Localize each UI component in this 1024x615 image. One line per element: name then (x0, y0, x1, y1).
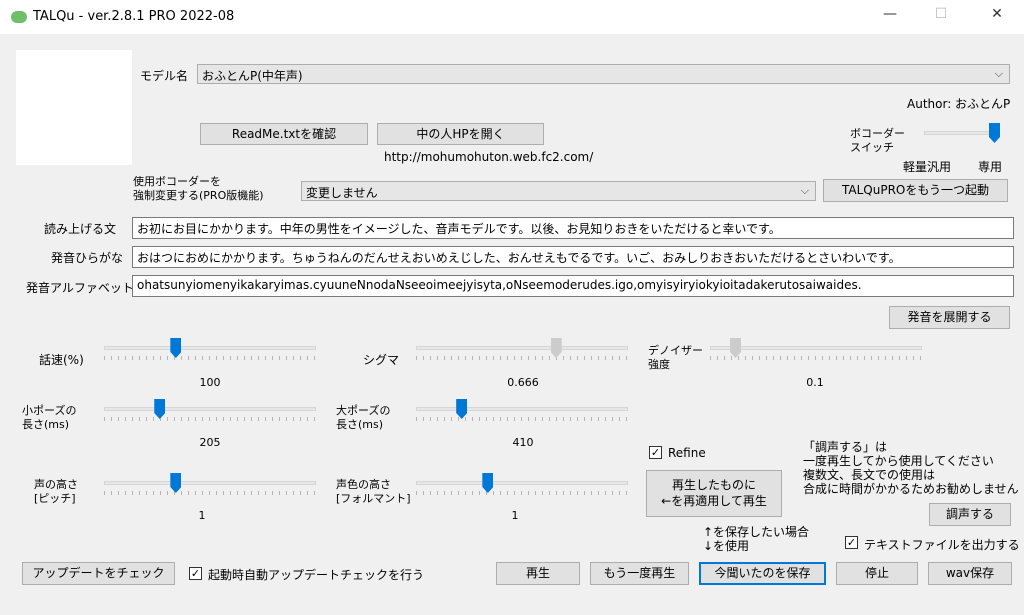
hiragana-input[interactable]: おはつにおめにかかります。ちゅうねんのだんせえおいめえじした、おんせえもでるです… (132, 246, 1014, 268)
tune-button[interactable]: 調声する (929, 503, 1011, 526)
vocoder-label-2: スイッチ (850, 141, 894, 154)
denoise-slider-ticks (710, 356, 922, 360)
small-pause-slider-track[interactable] (104, 407, 316, 411)
pitch-label-2: [ピッチ] (34, 492, 76, 505)
read-text-input[interactable]: お初にお目にかかります。中年の男性をイメージした、音声モデルです。以後、お見知り… (132, 217, 1014, 239)
force-vocoder-value: 変更しません (306, 186, 378, 200)
close-button[interactable]: ✕ (982, 6, 1012, 28)
speed-slider-thumb[interactable] (170, 338, 182, 358)
formant-value: 1 (511, 509, 519, 522)
formant-slider-ticks (416, 491, 628, 495)
launch-pro-button[interactable]: TALQuPROをもう一つ起動 (823, 179, 1008, 202)
tune-note-line-2: 一度再生してから使用してください (803, 454, 994, 468)
big-pause-slider-thumb[interactable] (456, 399, 468, 419)
speed-slider-track[interactable] (104, 346, 316, 350)
model-image (16, 50, 132, 165)
denoise-slider-track[interactable] (710, 346, 922, 350)
homepage-button[interactable]: 中の人HPを開く (377, 123, 544, 145)
alphabet-input[interactable]: ohatsunyiomenyikakaryimas.cyuuneNnodaNse… (132, 275, 1014, 297)
pitch-value: 1 (198, 509, 206, 522)
chevron-down-icon: ⌵ (994, 67, 1003, 80)
denoise-label-2: 強度 (648, 358, 670, 371)
formant-label-2: [フォルマント] (336, 492, 411, 505)
sigma-slider-ticks (416, 356, 628, 360)
big-pause-slider-track[interactable] (416, 407, 628, 411)
refine-checkbox[interactable]: ✓ (649, 446, 662, 459)
force-vocoder-label-1: 使用ボコーダーを (133, 175, 221, 188)
tune-note-line-1: 「調声する」は (803, 440, 888, 454)
save-note: ↑を保存したい場合 ↓を使用 (703, 525, 809, 553)
model-select[interactable]: おふとんP(中年声) ⌵ (197, 64, 1010, 84)
refine-label: Refine (668, 446, 706, 460)
sigma-value: 0.666 (507, 376, 539, 389)
small-pause-label-2: 長さ(ms) (22, 418, 70, 431)
pitch-slider-thumb[interactable] (170, 473, 182, 493)
tune-note: 「調声する」は 一度再生してから使用してください 複数文、長文での使用は 合成に… (803, 440, 1019, 496)
small-pause-value: 205 (199, 436, 221, 449)
speed-label: 話速(%) (39, 353, 84, 367)
reapply-line-2: ←を再適用して再生 (661, 494, 767, 508)
check-update-button[interactable]: アップデートをチェック (22, 562, 175, 585)
vocoder-label-1: ボコーダー (850, 127, 905, 140)
pitch-slider-ticks (104, 491, 316, 495)
alphabet-label: 発音アルファベット (26, 281, 134, 295)
vocoder-slider-track[interactable] (924, 131, 1000, 135)
force-vocoder-select[interactable]: 変更しません ⌵ (301, 181, 816, 201)
homepage-url: http://mohumohuton.web.fc2.com/ (384, 150, 594, 164)
sigma-slider-thumb[interactable] (550, 338, 562, 358)
speed-value: 100 (199, 376, 221, 389)
tune-note-line-3: 複数文、長文での使用は (803, 468, 936, 482)
denoise-value: 0.1 (806, 376, 824, 389)
reapply-line-1: 再生したものに (671, 478, 756, 492)
model-select-value: おふとんP(中年声) (202, 69, 303, 83)
speed-slider-ticks (104, 356, 316, 360)
auto-update-checkbox[interactable]: ✓ (189, 567, 202, 580)
big-pause-label-1: 大ポーズの (336, 404, 391, 417)
pitch-slider-track[interactable] (104, 481, 316, 485)
window-title: TALQu - ver.2.8.1 PRO 2022-08 (33, 9, 235, 24)
text-output-label: テキストファイルを出力する (864, 538, 1020, 552)
sigma-label: シグマ (363, 353, 400, 367)
formant-label-1: 声色の高さ (336, 478, 391, 491)
save-note-line-1: ↑を保存したい場合 (703, 525, 810, 539)
save-heard-button[interactable]: 今聞いたのを保存 (699, 562, 826, 585)
reapply-play-button[interactable]: 再生したものに ←を再適用して再生 (646, 470, 782, 517)
read-text-label: 読み上げる文 (44, 222, 117, 236)
sigma-slider-track[interactable] (416, 346, 628, 350)
small-pause-slider-ticks (104, 417, 316, 421)
chevron-down-icon: ⌵ (800, 184, 809, 197)
minimize-button[interactable]: — (875, 6, 905, 28)
denoise-slider-thumb[interactable] (730, 338, 742, 358)
force-vocoder-label-2: 強制変更する(PRO版機能) (133, 189, 264, 202)
big-pause-slider-ticks (416, 417, 628, 421)
expand-pronunciation-button[interactable]: 発音を展開する (889, 306, 1010, 329)
vocoder-left-label: 軽量汎用 (903, 160, 952, 174)
save-note-line-2: ↓を使用 (703, 539, 750, 553)
wav-save-button[interactable]: wav保存 (928, 562, 1012, 585)
maximize-button[interactable]: ☐ (926, 6, 956, 28)
small-pause-slider-thumb[interactable] (154, 399, 166, 419)
denoise-label-1: デノイザー (648, 344, 703, 357)
big-pause-label-2: 長さ(ms) (336, 418, 384, 431)
text-output-checkbox[interactable]: ✓ (845, 536, 858, 549)
readme-button[interactable]: ReadMe.txtを確認 (200, 123, 368, 145)
hiragana-label: 発音ひらがな (51, 251, 124, 265)
vocoder-slider-thumb[interactable] (989, 123, 1000, 143)
small-pause-label-1: 小ポーズの (22, 404, 77, 417)
stop-button[interactable]: 停止 (836, 562, 918, 585)
auto-update-label: 起動時自動アップデートチェックを行う (208, 568, 425, 582)
formant-slider-thumb[interactable] (482, 473, 494, 493)
play-button[interactable]: 再生 (496, 562, 580, 585)
big-pause-value: 410 (512, 436, 534, 449)
app-icon (11, 11, 27, 23)
formant-slider-track[interactable] (416, 481, 628, 485)
replay-button[interactable]: もう一度再生 (590, 562, 689, 585)
author-label: Author: おふとんP (907, 97, 1011, 111)
vocoder-right-label: 専用 (978, 160, 1003, 174)
model-label: モデル名 (140, 69, 189, 83)
tune-note-line-4: 合成に時間がかかるためお勧めしません (803, 482, 1019, 496)
pitch-label-1: 声の高さ (34, 478, 78, 491)
